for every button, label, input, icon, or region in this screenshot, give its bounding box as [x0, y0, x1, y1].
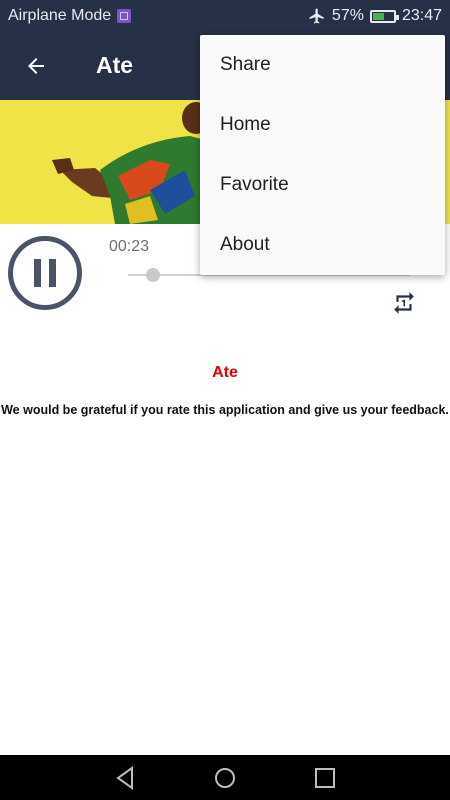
status-right: 57% 23:47 — [308, 7, 442, 25]
menu-item-favorite[interactable]: Favorite — [200, 155, 445, 215]
arrow-left-icon — [28, 58, 44, 74]
back-triangle-icon[interactable] — [110, 763, 140, 793]
airplane-mode-label: Airplane Mode — [8, 7, 112, 24]
feedback-message: We would be grateful if you rate this ap… — [1, 403, 449, 417]
status-left: Airplane Mode — [8, 7, 132, 25]
pause-button[interactable] — [8, 236, 82, 310]
clock: 23:47 — [401, 7, 442, 24]
status-bar: Airplane Mode 57% 23:47 — [0, 0, 450, 32]
battery-fill — [372, 12, 384, 20]
overflow-menu: Share Home Favorite About — [200, 35, 445, 275]
back-button[interactable] — [20, 50, 52, 82]
menu-item-about[interactable]: About — [200, 215, 445, 275]
page-title: Ate — [96, 52, 134, 78]
battery-percent: 57% — [331, 7, 364, 24]
system-nav-bar — [0, 755, 450, 800]
seek-thumb[interactable] — [146, 268, 161, 282]
battery-charging-icon — [369, 9, 399, 23]
sim-icon — [117, 9, 132, 23]
recents-square-icon[interactable] — [310, 763, 340, 793]
menu-item-share[interactable]: Share — [200, 35, 445, 95]
song-title: Ate — [212, 364, 238, 381]
repeat-one-icon[interactable] — [391, 290, 417, 316]
pause-icon — [34, 259, 41, 287]
home-circle-icon[interactable] — [210, 763, 240, 793]
pause-icon-bar — [49, 259, 56, 287]
menu-item-home[interactable]: Home — [200, 95, 445, 155]
elapsed-time: 00:23 — [109, 238, 150, 255]
airplane-icon — [309, 8, 324, 24]
